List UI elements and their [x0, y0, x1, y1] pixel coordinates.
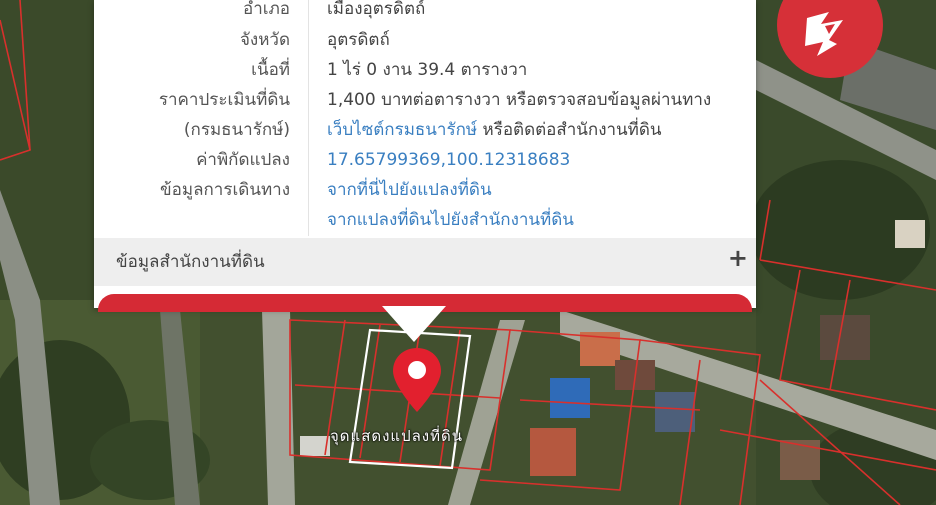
treasury-value: เว็บไซต์กรมธนารักษ์ หรือติดต่อสำนักงานที… — [327, 115, 662, 145]
appraisal-label: ราคาประเมินที่ดิน — [158, 90, 290, 110]
map-pin-icon[interactable] — [390, 346, 444, 416]
directions-to-office-link[interactable]: จากแปลงที่ดินไปยังสำนักงานที่ดิน — [327, 205, 574, 235]
parcel-info-popup: อำเภอ เมืองอุตรดิตถ์ จังหวัด อุตรดิตถ์ เ… — [94, 0, 756, 312]
row-appraisal: ราคาประเมินที่ดิน 1,400 บาทต่อตารางวา หร… — [94, 85, 756, 115]
district-value: เมืองอุตรดิตถ์ — [327, 0, 426, 19]
row-province: จังหวัด อุตรดิตถ์ — [94, 25, 756, 55]
land-office-section-toggle[interactable]: ข้อมูลสำนักงานที่ดิน + — [94, 238, 756, 286]
province-label: จังหวัด — [239, 30, 290, 50]
row-district: อำเภอ เมืองอุตรดิตถ์ — [94, 0, 756, 24]
treasury-suffix: หรือติดต่อสำนักงานที่ดิน — [477, 120, 662, 140]
land-office-section-label: ข้อมูลสำนักงานที่ดิน — [116, 252, 265, 272]
row-coordinates: ค่าพิกัดแปลง 17.65799369,100.12318683 — [94, 145, 756, 175]
treasury-website-link[interactable]: เว็บไซต์กรมธนารักษ์ — [327, 120, 477, 140]
appraisal-value: 1,400 บาทต่อตารางวา หรือตรวจสอบข้อมูลผ่า… — [327, 90, 712, 110]
coordinates-label: ค่าพิกัดแปลง — [196, 150, 290, 170]
row-treasury: (กรมธนารักษ์) เว็บไซต์กรมธนารักษ์ หรือติ… — [94, 115, 756, 145]
treasury-label: (กรมธนารักษ์) — [183, 120, 290, 140]
brand-logo-icon — [777, 0, 883, 78]
province-value: อุตรดิตถ์ — [327, 30, 390, 50]
area-label: เนื้อที่ — [251, 60, 290, 80]
row-travel: ข้อมูลการเดินทาง จากที่นี่ไปยังแปลงที่ดิ… — [94, 175, 756, 205]
travel-label: ข้อมูลการเดินทาง — [160, 180, 290, 200]
popup-pointer — [382, 306, 446, 342]
district-label: อำเภอ — [243, 0, 290, 19]
row-travel-2: จากแปลงที่ดินไปยังสำนักงานที่ดิน — [94, 205, 756, 235]
directions-to-parcel-link[interactable]: จากที่นี่ไปยังแปลงที่ดิน — [327, 175, 492, 205]
parcel-details-table: อำเภอ เมืองอุตรดิตถ์ จังหวัด อุตรดิตถ์ เ… — [94, 0, 756, 238]
plus-icon[interactable]: + — [728, 244, 748, 272]
parcel-point-label: จุดแสดงแปลงที่ดิน — [330, 427, 464, 445]
coordinates-link[interactable]: 17.65799369,100.12318683 — [327, 145, 570, 175]
area-value: 1 ไร่ 0 งาน 39.4 ตารางวา — [327, 60, 528, 80]
row-area: เนื้อที่ 1 ไร่ 0 งาน 39.4 ตารางวา — [94, 55, 756, 85]
